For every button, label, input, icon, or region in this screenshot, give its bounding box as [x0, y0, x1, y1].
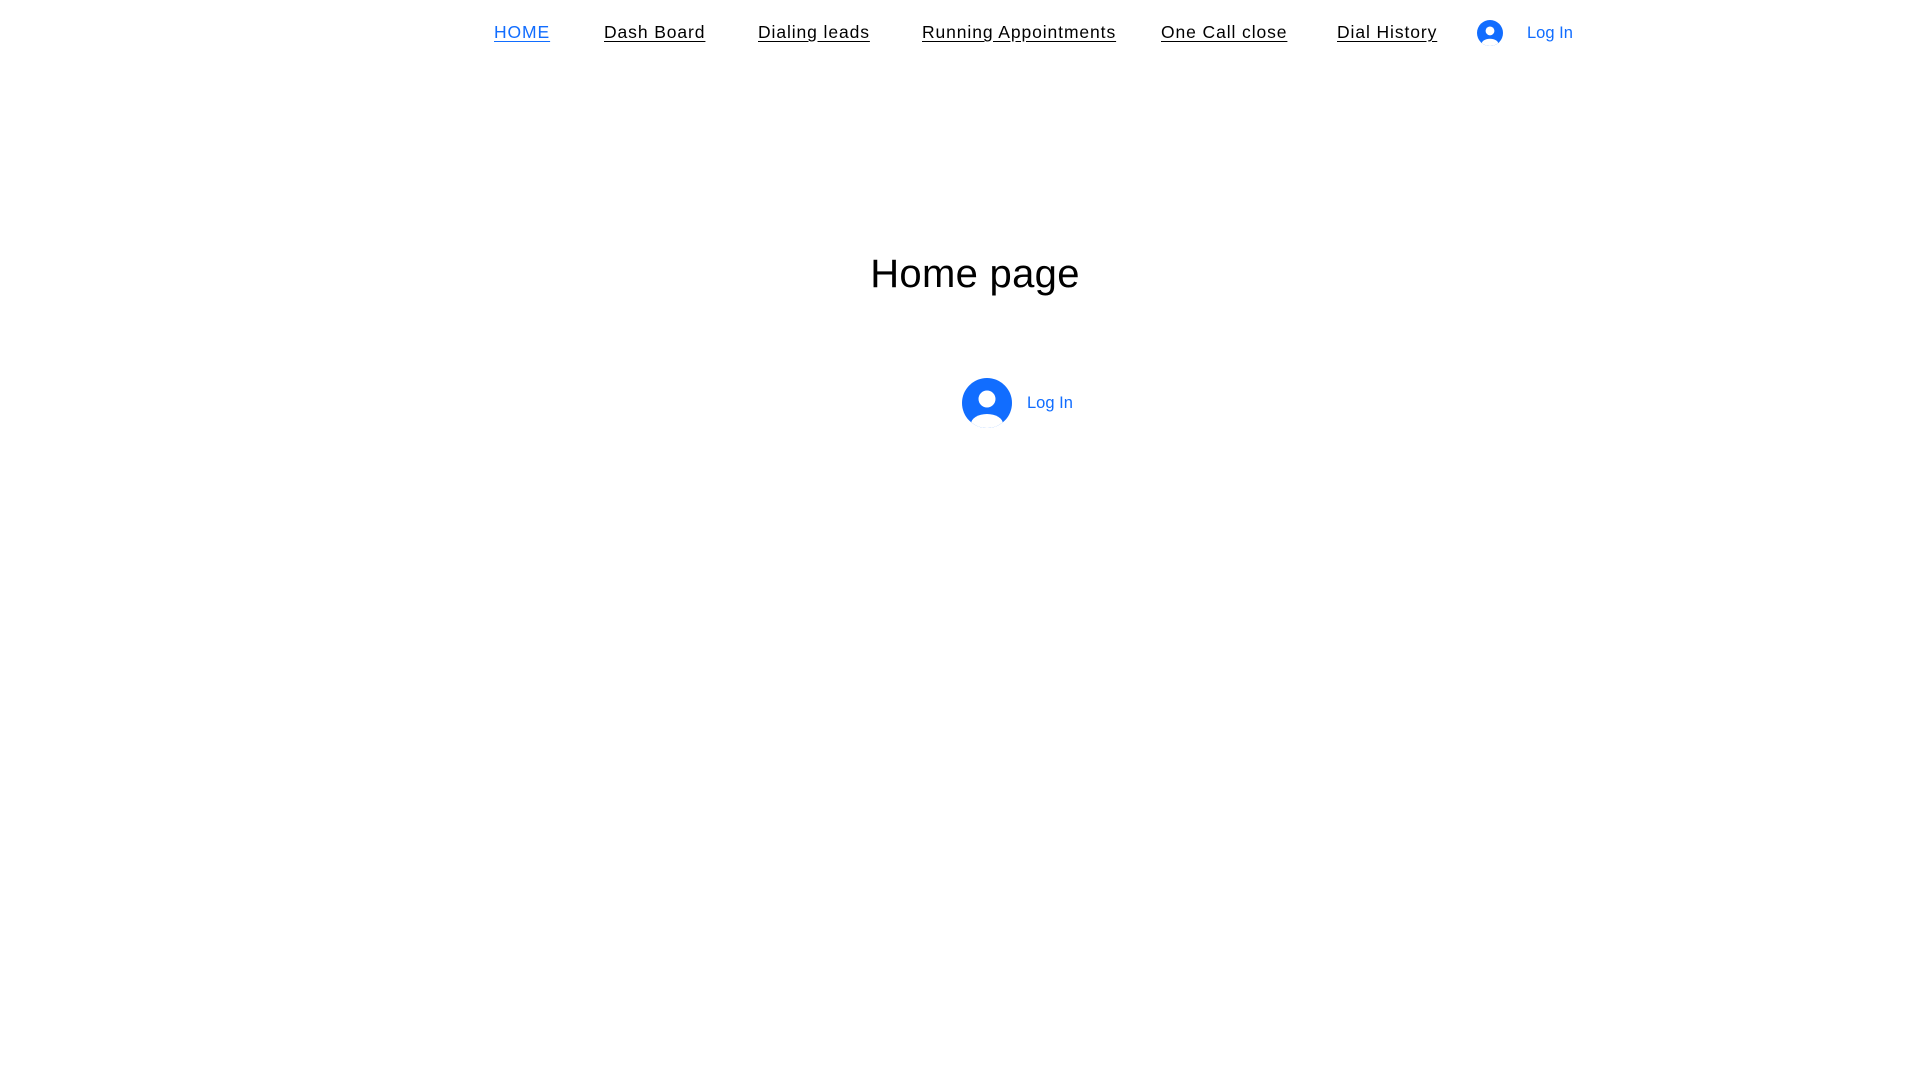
main-login-label: Log In [1027, 393, 1073, 412]
user-avatar-icon [962, 378, 1012, 428]
page: HOME Dash Board Dialing leads Running Ap… [0, 0, 1920, 1080]
nav-item-dialing-leads[interactable]: Dialing leads [758, 22, 870, 43]
header-login-button[interactable]: Log In [1477, 19, 1573, 47]
user-avatar-icon [1477, 20, 1503, 46]
top-navigation: HOME Dash Board Dialing leads Running Ap… [0, 22, 1920, 44]
nav-item-dash-board[interactable]: Dash Board [604, 22, 705, 43]
nav-item-home[interactable]: HOME [494, 22, 550, 43]
header-login-label: Log In [1527, 23, 1573, 42]
nav-item-dial-history[interactable]: Dial History [1337, 22, 1437, 43]
main-login-button[interactable]: Log In [962, 378, 1073, 428]
nav-item-running-appointments[interactable]: Running Appointments [922, 22, 1116, 43]
nav-item-one-call-close[interactable]: One Call close [1161, 22, 1287, 43]
page-title: Home page [870, 252, 1080, 296]
